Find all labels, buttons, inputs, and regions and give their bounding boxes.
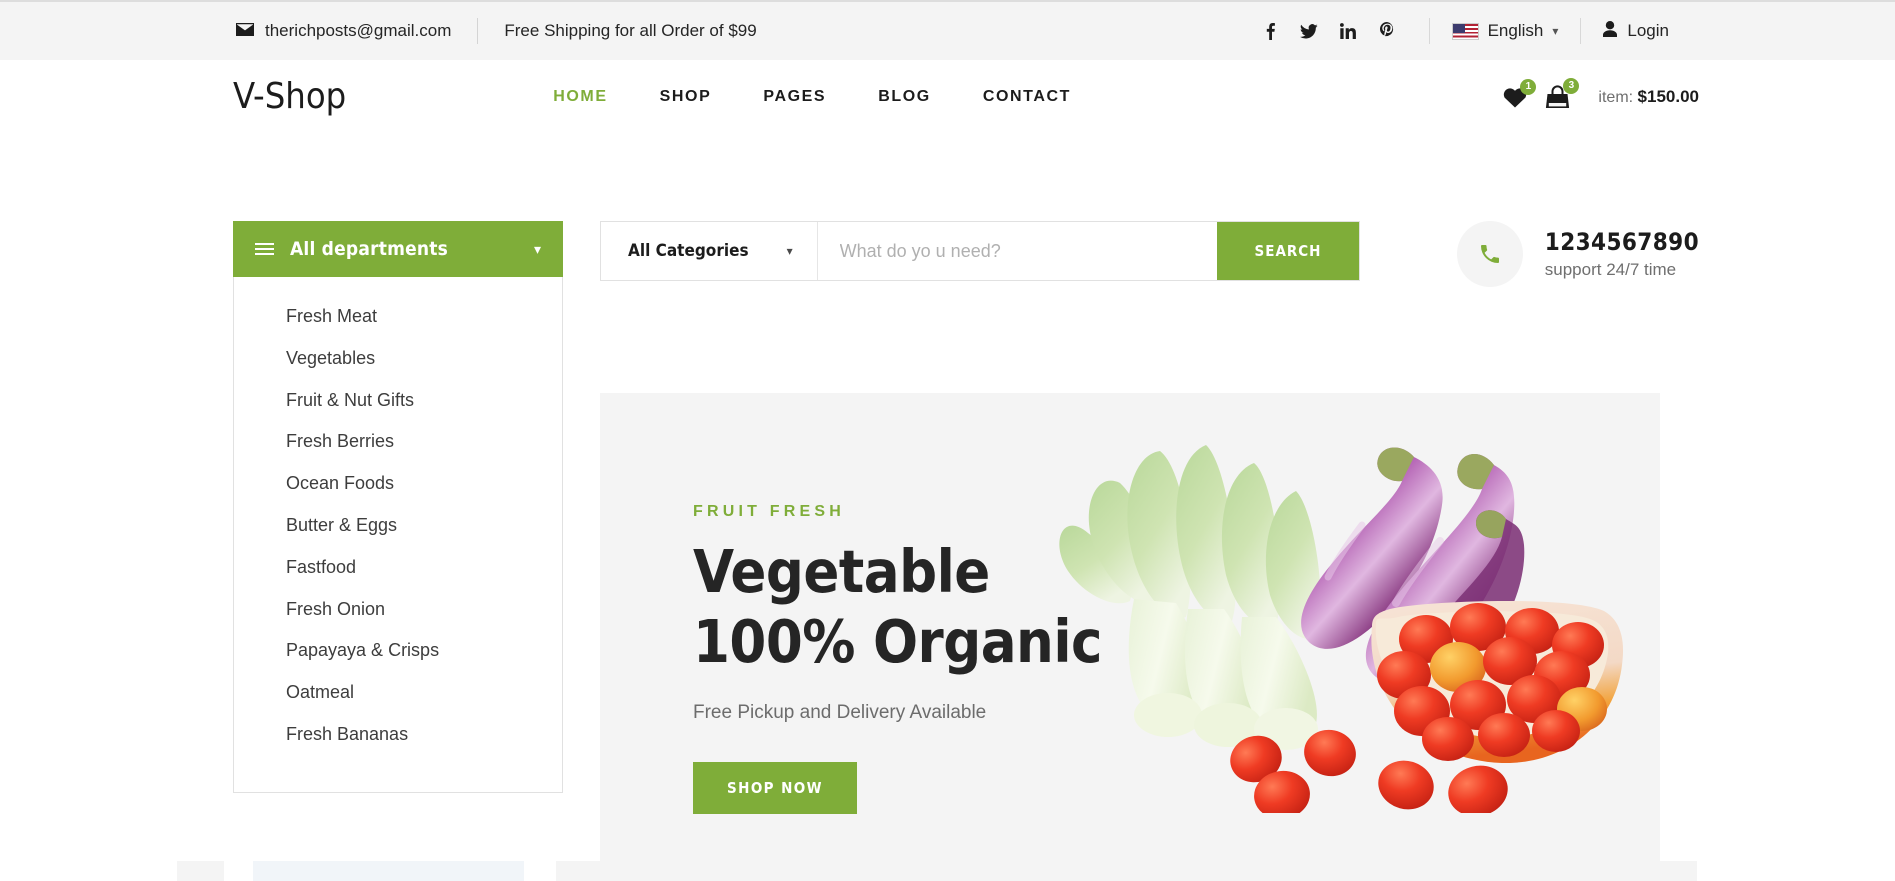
search-bar: All Categories ▾ SEARCH [600,221,1360,281]
language-label: English [1487,21,1544,40]
hero-banner: FRUIT FRESH Vegetable 100% Organic Free … [600,393,1660,881]
department-item-fastfood[interactable]: Fastfood [234,547,562,589]
top-bar-divider [477,18,479,44]
product-card-placeholder[interactable] [253,861,524,881]
phone-icon [1456,221,1523,287]
department-item-fruit-nut-gifts[interactable]: Fruit & Nut Gifts [234,380,562,422]
nav-item-pages[interactable]: PAGES [737,88,852,106]
hero-text-block: FRUIT FRESH Vegetable 100% Organic Free … [693,503,1103,815]
departments-sidebar: All departments ▾ Fresh Meat Vegetables … [233,221,563,793]
search-button[interactable]: SEARCH [1217,222,1359,280]
category-select[interactable]: All Categories ▾ [601,222,818,280]
chevron-down-icon: ▾ [1552,24,1559,38]
chevron-down-icon: ▾ [533,240,541,257]
hero-eyebrow: FRUIT FRESH [693,503,845,520]
nav-item-contact[interactable]: CONTACT [957,88,1097,106]
shop-now-button[interactable]: SHOP NOW [693,762,857,815]
hamburger-icon [255,243,274,255]
login-label: Login [1627,21,1669,40]
departments-toggle[interactable]: All departments ▾ [233,221,563,277]
department-item-butter-eggs[interactable]: Butter & Eggs [234,505,562,547]
facebook-icon[interactable] [1251,22,1290,40]
department-item-ocean-foods[interactable]: Ocean Foods [234,463,562,505]
department-item-papayaya-crisps[interactable]: Papayaya & Crisps [234,630,562,672]
nav-item-shop[interactable]: SHOP [634,88,738,106]
top-bar-divider-2 [1428,18,1430,44]
wishlist-count-badge: 1 [1520,78,1537,95]
support-phone-note: support 24/7 time [1544,260,1677,279]
header-actions: 1 3 item: $150.00 [1502,77,1699,109]
shipping-notice: Free Shipping for all Order of $99 [504,21,757,40]
hero-subtitle: Free Pickup and Delivery Available [693,702,987,724]
product-card-placeholder[interactable] [556,861,827,881]
category-select-value: All Categories [628,241,749,261]
department-item-oatmeal[interactable]: Oatmeal [234,672,562,714]
main-content: All departments ▾ Fresh Meat Vegetables … [0,133,1895,881]
product-card-placeholder[interactable] [1463,861,1697,881]
search-input[interactable] [817,222,1217,280]
envelope-icon [236,21,254,41]
departments-list: Fresh Meat Vegetables Fruit & Nut Gifts … [233,277,563,793]
nav-item-blog[interactable]: BLOG [852,88,957,106]
cart-summary: item: $150.00 [1598,87,1699,107]
product-cards-strip [0,861,1895,881]
top-bar-right: English ▾ Login [1251,18,1669,44]
linkedin-icon[interactable] [1329,23,1368,39]
nav-item-home[interactable]: HOME [527,88,633,106]
hero-title-line-1: Vegetable [693,537,990,606]
contact-email-text: therichposts@gmail.com [265,21,452,40]
login-button[interactable]: Login [1603,20,1669,42]
product-card-placeholder[interactable] [858,861,1129,881]
department-item-fresh-meat[interactable]: Fresh Meat [234,296,562,338]
main-navigation: HOME SHOP PAGES BLOG CONTACT [527,88,1097,106]
departments-title: All departments [290,238,449,260]
hero-title: Vegetable 100% Organic [693,537,1103,676]
department-item-vegetables[interactable]: Vegetables [234,338,562,380]
user-icon [1603,20,1618,42]
product-card-placeholder[interactable] [177,861,224,881]
language-selector[interactable]: English ▾ [1451,21,1559,41]
product-card-placeholder[interactable] [1161,861,1432,881]
cart-total: $150.00 [1637,86,1699,106]
support-phone-text: 1234567890 support 24/7 time [1545,228,1699,280]
department-item-fresh-onion[interactable]: Fresh Onion [234,589,562,631]
top-bar-left: therichposts@gmail.com Free Shipping for… [236,18,757,44]
site-header: V-Shop HOME SHOP PAGES BLOG CONTACT 1 3 … [0,60,1895,133]
top-bar-divider-3 [1580,18,1582,44]
support-phone-number[interactable]: 1234567890 [1545,228,1699,256]
site-logo[interactable]: V-Shop [233,76,346,117]
support-phone-block: 1234567890 support 24/7 time [1456,221,1699,287]
hero-vegetables-image [1010,413,1650,820]
contact-email[interactable]: therichposts@gmail.com [236,21,451,41]
cart-button[interactable]: 3 [1544,77,1580,109]
department-item-fresh-bananas[interactable]: Fresh Bananas [234,714,562,756]
top-bar: therichposts@gmail.com Free Shipping for… [0,0,1895,60]
wishlist-button[interactable]: 1 [1502,78,1537,108]
pinterest-icon[interactable] [1368,22,1407,40]
department-item-fresh-berries[interactable]: Fresh Berries [234,421,562,463]
chevron-down-icon: ▾ [786,244,793,258]
us-flag-icon [1451,22,1479,40]
twitter-icon[interactable] [1290,23,1329,39]
cart-count-badge: 3 [1563,77,1580,94]
social-links [1251,22,1407,40]
cart-label: item: [1598,88,1634,106]
hero-title-line-2: 100% Organic [693,606,1103,676]
